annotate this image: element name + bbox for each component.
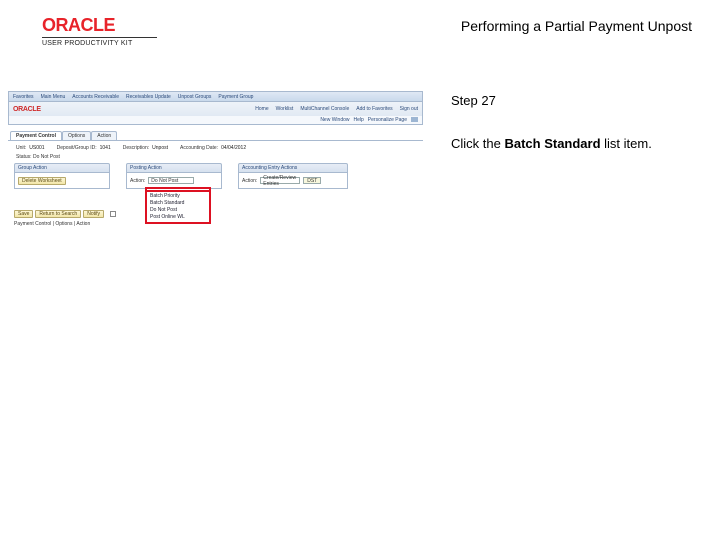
panel-accounting-entry-header: Accounting Entry Actions (238, 163, 348, 173)
dropdown-option-batch-standard[interactable]: Batch Standard (149, 200, 207, 207)
unit-label: Unit: (16, 145, 26, 151)
dropdown-option[interactable]: Batch Priority (149, 193, 207, 200)
util-row: New Window Help Personalize Page (8, 116, 423, 125)
deposit-value: 1041 (100, 145, 111, 151)
logo-area: ORACLE USER PRODUCTIVITY KIT (42, 16, 172, 47)
link-home[interactable]: Home (255, 106, 268, 112)
dropdown-option[interactable]: Post Online WL (149, 214, 207, 221)
panel-accounting-entry: Accounting Entry Actions Action: Create/… (238, 163, 348, 189)
desc-label: Description: (123, 145, 149, 151)
tab-payment-control[interactable]: Payment Control (10, 131, 62, 140)
posting-action-select[interactable]: Do Not Post (148, 177, 194, 184)
bottom-strip: Save Return to Search Notify (8, 207, 423, 219)
instruction-line: Click the Batch Standard list item. (451, 134, 652, 155)
step-label: Step 27 (451, 91, 652, 112)
logo-subtext: USER PRODUCTIVITY KIT (42, 40, 172, 47)
entry-action-label: Action: (242, 178, 257, 184)
panel-posting-action: Posting Action Action: Do Not Post (126, 163, 222, 189)
footer-tabs: Payment Control | Options | Action (8, 219, 423, 227)
posting-action-label: Action: (130, 178, 145, 184)
acct-label: Accounting Date: (180, 145, 218, 151)
acct-value: 04/04/2012 (221, 145, 246, 151)
breadcrumb-item[interactable]: Favorites (13, 94, 34, 100)
dst-button[interactable]: DST (303, 177, 321, 184)
breadcrumb-item[interactable]: Main Menu (41, 94, 66, 100)
notify-button[interactable]: Notify (83, 210, 104, 218)
breadcrumb: Favorites Main Menu Accounts Receivable … (8, 91, 423, 102)
link-personalize[interactable]: Personalize Page (368, 117, 407, 123)
fields-row: Unit:US001 Deposit/Group ID:1041 Descrip… (8, 141, 423, 153)
instructions: Step 27 Click the Batch Standard list it… (451, 91, 652, 155)
save-button[interactable]: Save (14, 210, 33, 218)
instruction-bold: Batch Standard (504, 136, 600, 151)
top-links: Home Worklist MultiChannel Console Add t… (255, 106, 418, 112)
breadcrumb-item[interactable]: Receivables Update (126, 94, 171, 100)
create-review-entries-button[interactable]: Create/Review Entries (260, 177, 300, 184)
link-multichannel[interactable]: MultiChannel Console (300, 106, 349, 112)
return-search-button[interactable]: Return to Search (35, 210, 81, 218)
deposit-label: Deposit/Group ID: (57, 145, 97, 151)
oracle-logo: ORACLE (42, 16, 172, 34)
breadcrumb-item[interactable]: Accounts Receivable (72, 94, 119, 100)
unit-value: US001 (29, 145, 44, 151)
dropdown-option[interactable]: Do Not Post (149, 207, 207, 214)
status-label: Status: (16, 154, 32, 160)
panel-posting-action-header: Posting Action (126, 163, 222, 173)
delete-worksheet-button[interactable]: Delete Worksheet (18, 177, 66, 185)
tabs: Payment Control Options Action (8, 129, 423, 141)
link-help[interactable]: Help (354, 117, 364, 123)
tab-options[interactable]: Options (62, 131, 91, 140)
panel-group-action-header: Group Action (14, 163, 110, 173)
app-screenshot: Favorites Main Menu Accounts Receivable … (8, 91, 423, 227)
link-favorites[interactable]: Add to Favorites (356, 106, 392, 112)
page-title: Performing a Partial Payment Unpost (461, 16, 692, 34)
link-signout[interactable]: Sign out (400, 106, 418, 112)
link-new-window[interactable]: New Window (320, 117, 349, 123)
util-icon[interactable] (411, 117, 418, 122)
breadcrumb-item[interactable]: Unpost Groups (178, 94, 212, 100)
link-worklist[interactable]: Worklist (276, 106, 294, 112)
logo-rule (42, 37, 157, 38)
panel-group-action: Group Action Delete Worksheet (14, 163, 110, 189)
checkbox-icon[interactable] (110, 211, 116, 217)
desc-value: Unpost (152, 145, 168, 151)
posting-action-dropdown[interactable]: Batch Priority Batch Standard Do Not Pos… (145, 187, 211, 224)
breadcrumb-item[interactable]: Payment Group (218, 94, 253, 100)
status-value: Do Not Post (33, 154, 60, 160)
status-row: Status: Do Not Post (8, 153, 423, 163)
app-band: ORACLE Home Worklist MultiChannel Consol… (8, 102, 423, 116)
app-logo: ORACLE (13, 106, 41, 113)
tab-action[interactable]: Action (91, 131, 117, 140)
